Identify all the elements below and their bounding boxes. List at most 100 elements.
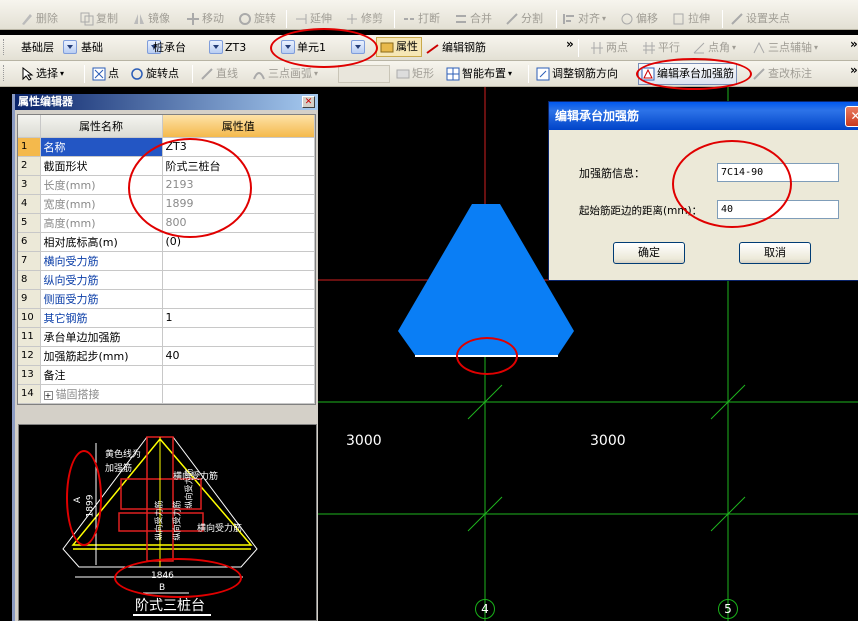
property-name: 备注 (40, 365, 163, 385)
highlight-circle (114, 558, 242, 598)
column-header-name: 属性名称 (40, 115, 163, 138)
move-button[interactable]: 移动 (186, 8, 224, 30)
property-row[interactable]: 7 横向受力筋 (18, 251, 315, 271)
separator (192, 65, 193, 83)
toolbar-grip[interactable] (3, 39, 6, 55)
property-row[interactable]: 12 加强筋起步(mm) 40 (18, 346, 315, 366)
properties-button[interactable]: 属性 (376, 37, 422, 57)
property-value[interactable] (162, 289, 315, 309)
line-button[interactable]: 直线 (200, 63, 238, 85)
property-value[interactable] (162, 270, 315, 290)
select-button[interactable]: 选择 ▾ (20, 63, 64, 85)
axis-bubble-5[interactable]: 5 (718, 599, 738, 619)
category-select[interactable]: 基础 (78, 37, 161, 57)
set-grip-button[interactable]: 设置夹点 (730, 8, 790, 30)
trim-button[interactable]: 修剪 (345, 8, 383, 30)
rotate-icon (238, 12, 252, 26)
toolbar-component: 基础层 基础 桩承台 ZT3 单元1 属性 编辑钢筋 » 两点 平行 点角 ▾ 三… (0, 35, 858, 61)
row-number: 4 (18, 194, 41, 214)
break-button[interactable]: 打断 (402, 8, 440, 30)
offset-button[interactable]: 偏移 (620, 8, 658, 30)
offset-icon (620, 12, 634, 26)
point-button[interactable]: 点 (92, 63, 119, 85)
three-point-aux-button[interactable]: 三点辅轴 ▾ (752, 37, 818, 59)
property-value[interactable] (162, 365, 315, 385)
merge-icon (454, 12, 468, 26)
expand-icon[interactable]: + (43, 390, 53, 400)
legend-note: 黄色线为 (105, 450, 142, 460)
copy-button[interactable]: 复制 (80, 8, 118, 30)
dialog-title-bar[interactable]: 编辑承台加强筋 ✕ (549, 102, 858, 130)
toolbar-overflow[interactable]: » (850, 37, 858, 51)
separator (722, 10, 723, 28)
point-icon (92, 67, 106, 81)
property-value[interactable]: 1 (162, 308, 315, 328)
mirror-button[interactable]: 镜像 (132, 8, 170, 30)
edit-rebar-button[interactable]: 编辑钢筋 (426, 37, 486, 59)
merge-button[interactable]: 合并 (454, 8, 492, 30)
arc-mode-select[interactable] (338, 65, 390, 83)
close-icon[interactable]: ✕ (302, 96, 315, 108)
row-number: 8 (18, 270, 41, 290)
rectangle-button[interactable]: 矩形 (396, 63, 434, 85)
properties-icon (380, 40, 394, 54)
property-row[interactable]: 14 + 锚固搭接 (18, 384, 315, 404)
toolbar-overflow[interactable]: » (850, 63, 858, 77)
highlight-circle (66, 450, 102, 546)
chevron-down-icon[interactable] (209, 40, 223, 54)
move-icon (186, 12, 200, 26)
property-value[interactable]: 40 (162, 346, 315, 366)
align-button[interactable]: 对齐 ▾ (562, 8, 606, 30)
ok-button[interactable]: 确定 (613, 242, 685, 264)
property-name: 相对底标高(m) (40, 232, 163, 252)
property-row[interactable]: 6 相对底标高(m) (0) (18, 232, 315, 252)
rotate-point-icon (130, 67, 144, 81)
close-icon[interactable]: ✕ (845, 106, 858, 127)
highlight-circle (270, 28, 378, 68)
stretch-icon (672, 12, 686, 26)
property-row[interactable]: 11 承台单边加强筋 (18, 327, 315, 347)
rectangle-icon (396, 67, 410, 81)
property-value[interactable] (162, 327, 315, 347)
property-row[interactable]: 13 备注 (18, 365, 315, 385)
extend-button[interactable]: 延伸 (294, 8, 332, 30)
separator (578, 39, 579, 57)
property-row[interactable]: 10 其它钢筋 1 (18, 308, 315, 328)
adjust-rebar-direction-button[interactable]: 调整钢筋方向 (536, 63, 618, 85)
dimension-label: 3000 (346, 433, 382, 449)
point-angle-button[interactable]: 点角 ▾ (692, 37, 736, 59)
property-editor-title[interactable]: 属性编辑器 ✕ (15, 94, 318, 110)
chevron-down-icon[interactable] (63, 40, 77, 54)
separator (84, 65, 85, 83)
rebar-label: 横向受力筋 (173, 472, 219, 482)
dimension-label: 3000 (590, 433, 626, 449)
split-button[interactable]: 分割 (505, 8, 543, 30)
smart-layout-button[interactable]: 智能布置 ▾ (446, 63, 512, 85)
parallel-button[interactable]: 平行 (642, 37, 680, 59)
view-annotation-button[interactable]: 查改标注 (752, 63, 812, 85)
two-point-button[interactable]: 两点 (590, 37, 628, 59)
delete-button[interactable]: 删除 (20, 8, 58, 30)
floor-select[interactable]: 基础层 (18, 37, 77, 57)
rebar-icon (426, 41, 440, 55)
property-value[interactable] (162, 384, 315, 404)
highlight-circle (672, 140, 792, 228)
property-name: + 锚固搭接 (40, 384, 163, 404)
axis-bubble-4[interactable]: 4 (475, 599, 495, 619)
stretch-button[interactable]: 拉伸 (672, 8, 710, 30)
separator (394, 10, 395, 28)
toolbar-grip[interactable] (3, 65, 6, 81)
property-value[interactable] (162, 251, 315, 271)
property-row[interactable]: 9 侧面受力筋 (18, 289, 315, 309)
property-row[interactable]: 8 纵向受力筋 (18, 270, 315, 290)
property-name: 侧面受力筋 (40, 289, 163, 309)
rotate-button[interactable]: 旋转 (238, 8, 276, 30)
type-select[interactable]: 桩承台 (150, 37, 223, 57)
cancel-button[interactable]: 取消 (739, 242, 811, 264)
trim-icon (345, 12, 359, 26)
row-number: 12 (18, 346, 41, 366)
rotate-point-button[interactable]: 旋转点 (130, 63, 179, 85)
toolbar-overflow[interactable]: » (566, 37, 574, 51)
property-name: 加强筋起步(mm) (40, 346, 163, 366)
toolbar-edit: 删除 复制 镜像 移动 旋转 延伸 修剪 打断 合并 分割 对齐 ▾ 偏移 拉伸 … (0, 0, 858, 30)
